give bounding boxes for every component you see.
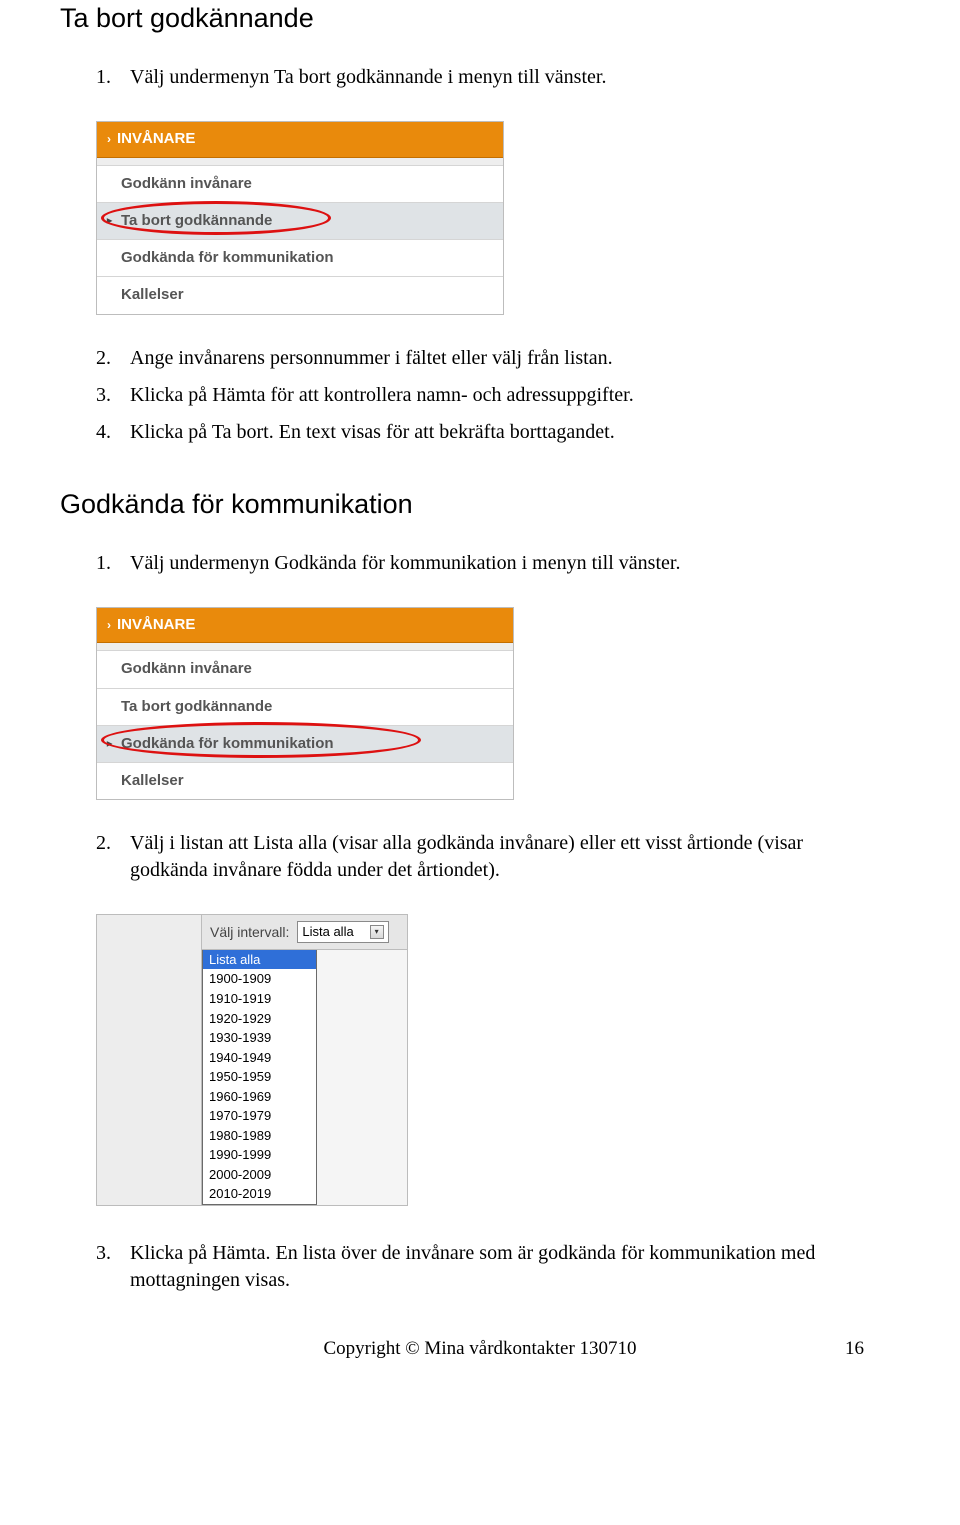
section2-title: Godkända för kommunikation — [60, 486, 864, 522]
caret-right-icon: ▸ — [107, 214, 112, 228]
menu-item-ta-bort-godkannande[interactable]: Ta bort godkännande — [97, 689, 513, 726]
menu-invanare-1: › INVÅNARE Godkänn invånare ▸ Ta bort go… — [96, 121, 504, 314]
interval-dropdown[interactable]: Lista alla ▾ — [297, 921, 388, 943]
caret-right-icon: ▸ — [107, 737, 112, 751]
page-footer: Copyright © Mina vårdkontakter 130710 16 — [96, 1336, 864, 1362]
menu-item-kallelser[interactable]: Kallelser — [97, 277, 503, 313]
interval-top-row: Välj intervall: Lista alla ▾ — [202, 915, 407, 950]
menu-header[interactable]: › INVÅNARE — [97, 608, 513, 643]
interval-option[interactable]: 2010-2019 — [203, 1184, 316, 1204]
interval-option[interactable]: 1900-1909 — [203, 969, 316, 989]
interval-option[interactable]: 1920-1929 — [203, 1009, 316, 1029]
interval-option-list: Lista alla 1900-1909 1910-1919 1920-1929… — [202, 950, 317, 1205]
footer-copyright: Copyright © Mina vårdkontakter 130710 — [323, 1338, 636, 1359]
interval-label: Välj intervall: — [210, 923, 289, 942]
menu-item-kallelser[interactable]: Kallelser — [97, 763, 513, 799]
step-item: 3.Klicka på Hämta. En lista över de invå… — [96, 1240, 864, 1294]
step-item: 3.Klicka på Hämta för att kontrollera na… — [96, 382, 864, 409]
interval-option[interactable]: 1990-1999 — [203, 1145, 316, 1165]
menu-header-label: INVÅNARE — [117, 615, 195, 635]
interval-option[interactable]: 1950-1959 — [203, 1067, 316, 1087]
interval-option[interactable]: 1940-1949 — [203, 1048, 316, 1068]
step-item: 2.Ange invånarens personnummer i fältet … — [96, 345, 864, 372]
menu-item-ta-bort-godkannande[interactable]: ▸ Ta bort godkännande — [97, 203, 503, 240]
section2-steps-c: 3.Klicka på Hämta. En lista över de invå… — [96, 1240, 864, 1294]
section2-steps-a: 1.Välj undermenyn Godkända för kommunika… — [96, 550, 864, 577]
interval-dropdown-value: Lista alla — [302, 923, 353, 941]
section1-steps: 1.Välj undermenyn Ta bort godkännande i … — [96, 64, 864, 91]
menu-invanare-2: › INVÅNARE Godkänn invånare Ta bort godk… — [96, 607, 514, 800]
chevron-right-icon: › — [107, 617, 111, 633]
menu-item-godkann-invanare[interactable]: Godkänn invånare — [97, 651, 513, 688]
interval-option[interactable]: 1910-1919 — [203, 989, 316, 1009]
footer-page-number: 16 — [845, 1336, 864, 1362]
dropdown-arrow-icon: ▾ — [370, 925, 384, 939]
step-item: 1.Välj undermenyn Godkända för kommunika… — [96, 550, 864, 577]
step-item: 2.Välj i listan att Lista alla (visar al… — [96, 830, 864, 884]
interval-option[interactable]: 1930-1939 — [203, 1028, 316, 1048]
interval-option[interactable]: 1970-1979 — [203, 1106, 316, 1126]
step-item: 1.Välj undermenyn Ta bort godkännande i … — [96, 64, 864, 91]
interval-option[interactable]: 1980-1989 — [203, 1126, 316, 1146]
step-item: 4.Klicka på Ta bort. En text visas för a… — [96, 419, 864, 446]
chevron-right-icon: › — [107, 131, 111, 147]
section1-title: Ta bort godkännande — [60, 0, 864, 36]
section2-steps-b: 2.Välj i listan att Lista alla (visar al… — [96, 830, 864, 884]
menu-item-godkanda-kommunikation[interactable]: ▸ Godkända för kommunikation — [97, 726, 513, 763]
menu-item-godkann-invanare[interactable]: Godkänn invånare — [97, 166, 503, 203]
menu-header-label: INVÅNARE — [117, 129, 195, 149]
interval-option[interactable]: 1960-1969 — [203, 1087, 316, 1107]
interval-picker: Välj intervall: Lista alla ▾ Lista alla … — [96, 914, 408, 1206]
interval-option[interactable]: 2000-2009 — [203, 1165, 316, 1185]
section1-steps-cont: 2.Ange invånarens personnummer i fältet … — [96, 345, 864, 446]
interval-option[interactable]: Lista alla — [203, 950, 316, 970]
menu-header[interactable]: › INVÅNARE — [97, 122, 503, 157]
menu-item-godkanda-kommunikation[interactable]: Godkända för kommunikation — [97, 240, 503, 277]
